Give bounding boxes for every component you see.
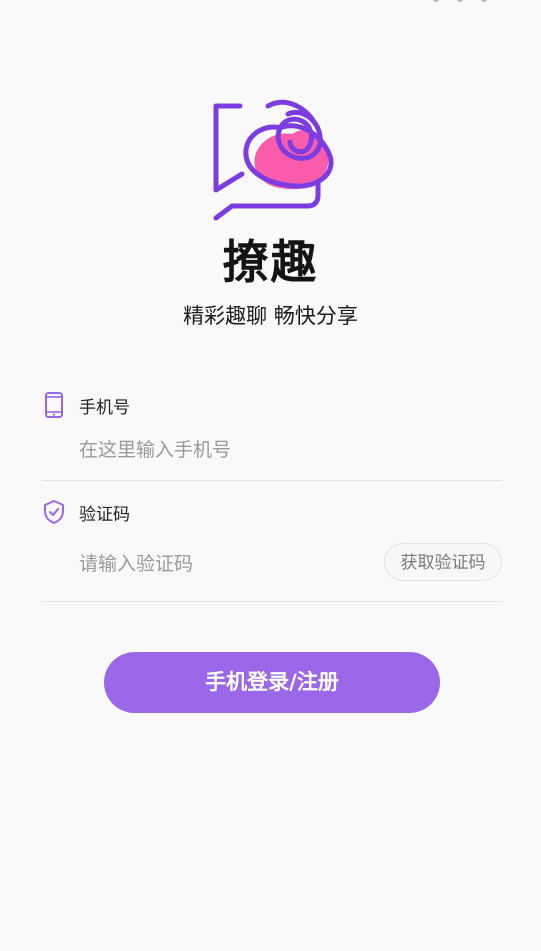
phone-field: 手机号 — [42, 390, 502, 481]
phone-login-register-button[interactable]: 手机登录/注册 — [104, 652, 440, 713]
login-screen: 撩趣 精彩趣聊 畅快分享 手机号 验证码 获取验证码 手机登录/注册 — [0, 0, 541, 951]
app-slogan: 精彩趣聊 畅快分享 — [183, 304, 358, 328]
code-field-label: 验证码 — [79, 504, 130, 525]
phone-input[interactable] — [79, 435, 459, 465]
status-bar-fragment — [431, 0, 501, 4]
verification-code-input[interactable] — [79, 549, 359, 579]
code-field-header: 验证码 — [42, 497, 130, 527]
code-field: 验证码 获取验证码 — [42, 497, 502, 602]
app-title: 撩趣 — [222, 235, 319, 289]
phone-icon — [45, 392, 63, 418]
phone-field-header: 手机号 — [42, 390, 130, 420]
phone-field-divider — [42, 480, 502, 481]
chat-bubble-rose-icon — [213, 99, 334, 221]
shield-check-icon — [44, 500, 64, 524]
code-field-divider — [42, 601, 502, 602]
phone-field-label: 手机号 — [79, 397, 130, 418]
get-code-button[interactable]: 获取验证码 — [384, 543, 502, 581]
